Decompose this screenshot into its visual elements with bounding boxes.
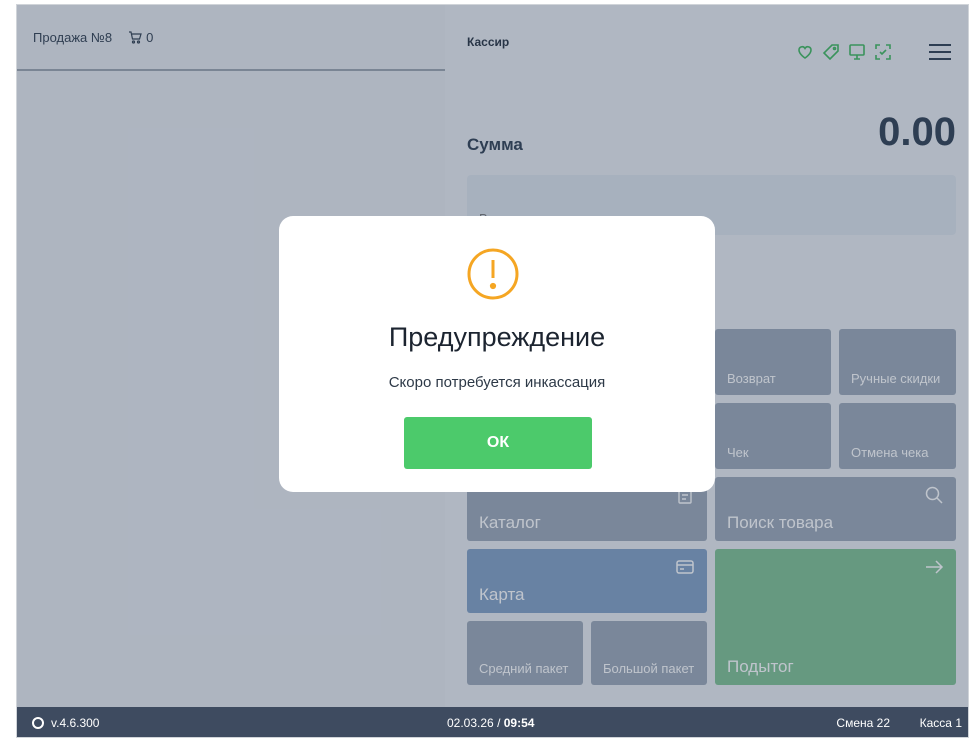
warning-dialog: Предупреждение Скоро потребуется инкасса… [279,216,715,492]
app-window: Продажа №8 0 Кассир Сумма 0.00 Возврат Р… [16,4,969,738]
date-time-separator: / [497,716,501,730]
date-time: 02.03.26 / 09:54 [447,716,534,730]
date-text: 02.03.26 [447,716,494,730]
warning-icon [467,248,519,300]
version-text: v.4.6.300 [51,716,100,730]
register-text: Касса 1 [919,716,962,730]
time-text: 09:54 [503,716,535,730]
status-bar: v.4.6.300 02.03.26 / 09:54 Смена 22 Касс… [17,707,968,737]
dialog-title: Предупреждение [388,322,606,352]
dialog-message: Скоро потребуется инкассация [388,374,606,391]
app-logo-icon [32,717,44,729]
ok-button[interactable]: ОК [404,417,592,469]
version-info: v.4.6.300 [31,716,99,730]
shift-text: Смена 22 [836,716,890,730]
